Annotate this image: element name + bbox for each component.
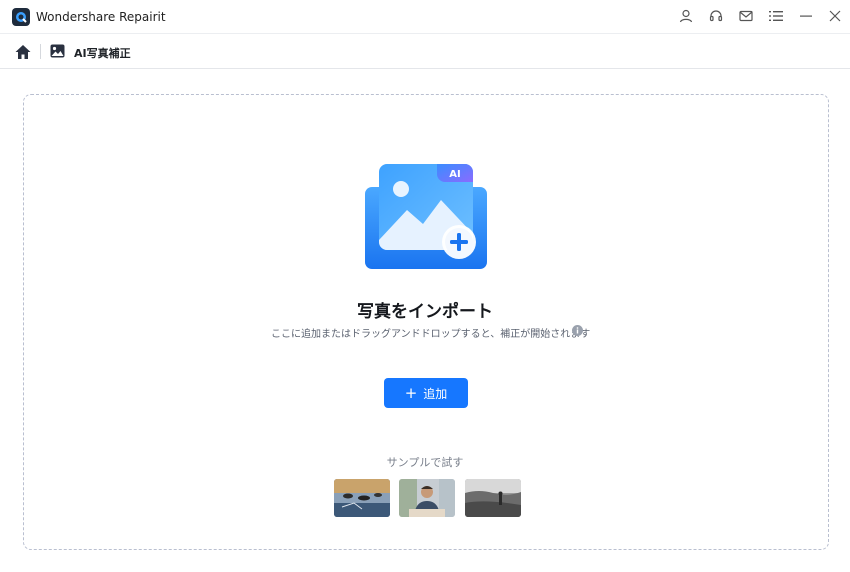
minimize-icon[interactable] — [797, 7, 815, 25]
menu-icon[interactable] — [767, 7, 785, 25]
mail-icon[interactable] — [737, 7, 755, 25]
nav-divider — [40, 44, 41, 59]
info-icon[interactable] — [572, 325, 583, 336]
sample-portrait-photo[interactable] — [399, 479, 455, 517]
sample-birds-photo[interactable] — [334, 479, 390, 517]
user-icon[interactable] — [677, 7, 695, 25]
sample-bw-field-photo[interactable] — [465, 479, 521, 517]
import-title: 写真をインポート — [357, 302, 493, 322]
home-icon[interactable] — [14, 43, 32, 61]
app-logo-icon — [12, 8, 30, 26]
close-icon[interactable] — [826, 7, 844, 25]
add-button-label: 追加 — [423, 386, 448, 401]
photo-icon — [50, 44, 65, 58]
breadcrumb-bar: AI写真補正 — [0, 34, 850, 69]
app-title: Wondershare Repairit — [36, 10, 166, 24]
title-bar: Wondershare Repairit — [0, 0, 850, 34]
breadcrumb-current[interactable]: AI写真補正 — [74, 45, 131, 61]
ai-badge: AI — [449, 169, 460, 180]
headset-icon[interactable] — [707, 7, 725, 25]
import-photo-illustration: AI — [365, 164, 487, 269]
sample-label: サンプルで試す — [386, 456, 464, 469]
plus-icon: + — [404, 383, 418, 402]
add-button[interactable]: + 追加 — [384, 378, 468, 408]
import-instructions: ここに追加またはドラッグアンドドロップすると、補正が開始されます — [271, 329, 591, 340]
